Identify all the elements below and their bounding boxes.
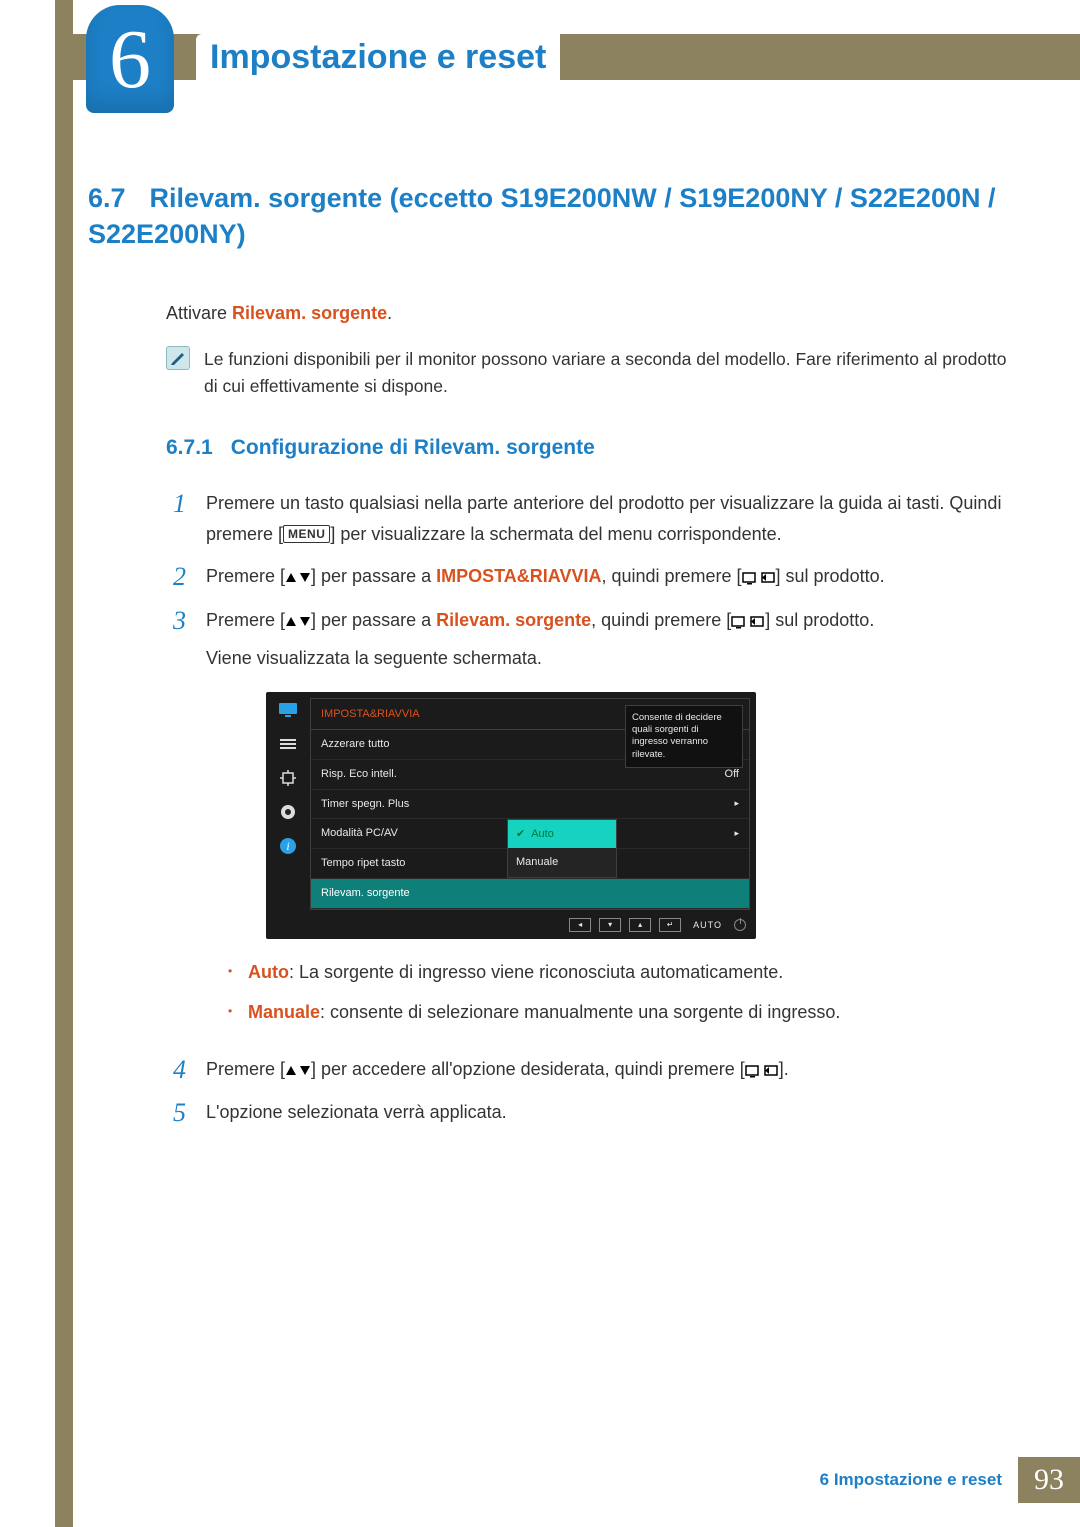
- osd-button-bar: ◂ ▾ ▴ ↵ AUTO: [266, 914, 756, 935]
- subsection-number: 6.7.1: [166, 436, 213, 459]
- chapter-title: Impostazione e reset: [196, 34, 560, 80]
- auto-label: AUTO: [689, 918, 726, 933]
- subsection-heading: 6.7.1 Configurazione di Rilevam. sorgente: [166, 436, 1020, 460]
- option-descriptions: Auto: La sorgente di ingresso viene rico…: [226, 957, 1020, 1028]
- nav-up-icon: ▴: [629, 918, 651, 932]
- osd-popover-item: Manuale: [508, 848, 616, 877]
- up-down-icon: [285, 1059, 311, 1079]
- page-footer: 6 Impostazione e reset 93: [820, 1457, 1080, 1503]
- svg-text:i: i: [286, 839, 289, 853]
- subsection-title: Configurazione di Rilevam. sorgente: [231, 436, 595, 459]
- bullet-manuale: Manuale: consente di selezionare manualm…: [226, 997, 1020, 1028]
- note: Le funzioni disponibili per il monitor p…: [166, 346, 1010, 400]
- osd-tooltip: Consente di decidere quali sorgenti di i…: [625, 705, 743, 768]
- page-number: 93: [1018, 1457, 1080, 1503]
- power-icon: [734, 919, 746, 931]
- osd-screenshot: i IMPOSTA&RIAVVIA Azzerare tutto Risp. E…: [266, 692, 1020, 939]
- step-3: 3 Premere [] per passare a Rilevam. sorg…: [166, 605, 1020, 1042]
- up-down-icon: [285, 566, 311, 586]
- step-2: 2 Premere [] per passare a IMPOSTA&RIAVV…: [166, 561, 1020, 592]
- nav-left-icon: ◂: [569, 918, 591, 932]
- nav-down-icon: ▾: [599, 918, 621, 932]
- nav-enter-icon: ↵: [659, 918, 681, 932]
- footer-chapter-ref: 6 Impostazione e reset: [820, 1470, 1002, 1490]
- step-4: 4 Premere [] per accedere all'opzione de…: [166, 1054, 1020, 1085]
- step-5: 5 L'opzione selezionata verrà applicata.: [166, 1097, 1020, 1128]
- source-enter-icon: [745, 1059, 779, 1079]
- section-number: 6.7: [88, 183, 126, 213]
- step-1: 1 Premere un tasto qualsiasi nella parte…: [166, 488, 1020, 549]
- check-icon: ✔: [516, 825, 525, 844]
- up-down-icon: [285, 610, 311, 630]
- section-heading: 6.7Rilevam. sorgente (eccetto S19E200NW …: [88, 180, 1020, 253]
- osd-popover-selected: ✔Auto: [508, 820, 616, 849]
- bullet-auto: Auto: La sorgente di ingresso viene rico…: [226, 957, 1020, 988]
- info-icon: i: [276, 836, 300, 856]
- gear-icon: [276, 802, 300, 822]
- left-margin-bar: [55, 0, 73, 1527]
- page-content: 6.7Rilevam. sorgente (eccetto S19E200NW …: [88, 180, 1020, 1140]
- osd-row-active: Rilevam. sorgente: [311, 879, 749, 909]
- osd-sidebar: i: [266, 692, 310, 914]
- menu-key: MENU: [283, 525, 330, 543]
- section-title: Rilevam. sorgente (eccetto S19E200NW / S…: [88, 183, 995, 249]
- resize-icon: [276, 768, 300, 788]
- source-enter-icon: [742, 566, 776, 586]
- note-icon: [166, 346, 190, 370]
- menu-lines-icon: [276, 734, 300, 754]
- monitor-icon: [276, 700, 300, 720]
- chapter-number-badge: 6: [86, 5, 174, 113]
- intro-term: Rilevam. sorgente: [232, 303, 387, 323]
- intro-line: Attivare Rilevam. sorgente.: [166, 303, 1020, 324]
- osd-main-panel: IMPOSTA&RIAVVIA Azzerare tutto Risp. Eco…: [310, 698, 750, 910]
- source-enter-icon: [731, 610, 765, 630]
- steps-list: 1 Premere un tasto qualsiasi nella parte…: [166, 488, 1020, 1128]
- osd-row: Timer spegn. Plus▸: [311, 790, 749, 820]
- osd-popover: ✔Auto Manuale: [507, 819, 617, 878]
- note-text: Le funzioni disponibili per il monitor p…: [204, 346, 1010, 400]
